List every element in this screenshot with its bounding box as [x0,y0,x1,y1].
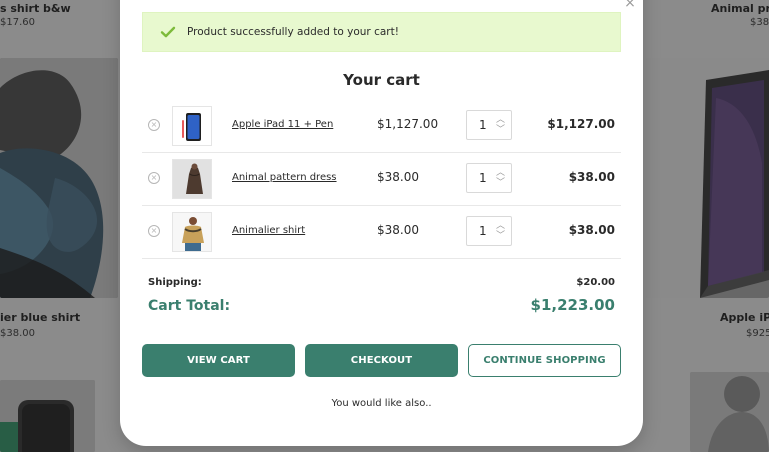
success-alert: Product successfully added to your cart! [142,12,621,52]
bg-item-title-4: Apple iPad [720,311,769,324]
cart-modal: × Product successfully added to your car… [120,0,643,446]
cart-title: Your cart [343,71,420,89]
bg-model-illustration [0,58,118,298]
cart-total-value: $1,223.00 [530,296,615,314]
line-subtotal: $38.00 [568,170,615,184]
cart-item-row: × Apple iPad 11 + Pen $1,127.00 1 ︿ ﹀ $1… [142,100,621,153]
bg-ipad-illustration [646,58,769,298]
bg-item-price-2: $38.00 [0,328,35,339]
cart-total-label: Cart Total: [148,298,231,314]
bg-product-image-right [646,58,769,298]
ipad-thumbnail-art [173,107,211,145]
bg-phone-illustration [0,380,95,452]
chevron-up-icon[interactable]: ︿ [496,168,505,178]
quantity-stepper[interactable]: 1 ︿ ﹀ [466,110,512,140]
dress-thumbnail-art [173,160,211,198]
close-icon[interactable]: × [623,0,637,10]
bg-item-title-2: ier blue shirt [0,311,81,324]
unit-price: $38.00 [377,223,419,237]
success-alert-text: Product successfully added to your cart! [187,26,399,38]
shipping-row: Shipping: $20.00 [142,277,621,293]
quantity-spinner: ︿ ﹀ [496,168,505,188]
check-icon [160,26,176,38]
quantity-value: 1 [479,224,487,238]
remove-icon[interactable]: × [148,172,160,184]
bg-item-price-1: $17.60 [0,17,35,28]
quantity-spinner: ︿ ﹀ [496,115,505,135]
shipping-label: Shipping: [148,277,202,288]
chevron-up-icon[interactable]: ︿ [496,115,505,125]
product-thumbnail-dress[interactable] [172,159,212,199]
quantity-value: 1 [479,118,487,132]
bg-item-title-3: Animal print [711,2,769,15]
shipping-value: $20.00 [576,277,615,288]
product-thumbnail-ipad[interactable] [172,106,212,146]
continue-shopping-button[interactable]: CONTINUE SHOPPING [468,344,621,377]
line-subtotal: $38.00 [568,223,615,237]
cart-item-row: × Animalier shirt $38.00 1 ︿ ﹀ $38.00 [142,206,621,259]
checkout-button[interactable]: CHECKOUT [305,344,458,377]
unit-price: $38.00 [377,170,419,184]
cart-items-table: × Apple iPad 11 + Pen $1,127.00 1 ︿ ﹀ $1… [142,100,621,259]
quantity-stepper[interactable]: 1 ︿ ﹀ [466,216,512,246]
bg-item-price-4: $925. [746,328,769,339]
chevron-down-icon[interactable]: ﹀ [496,125,505,135]
bg-item-title-1: s shirt b&w [0,2,71,15]
quantity-value: 1 [479,171,487,185]
product-name-link[interactable]: Apple iPad 11 + Pen [232,119,333,130]
total-row: Cart Total: $1,223.00 [142,296,621,320]
page: s shirt b&w $17.60 ier blue shirt $38.00… [0,0,769,452]
bg-phone-image [0,380,95,452]
bg-person-illustration [690,372,769,452]
quantity-stepper[interactable]: 1 ︿ ﹀ [466,163,512,193]
bg-product-image-left [0,58,118,298]
chevron-down-icon[interactable]: ﹀ [496,231,505,241]
product-thumbnail-shirt[interactable] [172,212,212,252]
cart-item-row: × Animal pattern dress $38.00 1 ︿ ﹀ $38.… [142,153,621,206]
bg-person-image [690,372,769,452]
recommendations-title: You would like also.. [331,398,432,409]
remove-icon[interactable]: × [148,119,160,131]
remove-icon[interactable]: × [148,225,160,237]
product-name-link[interactable]: Animalier shirt [232,225,305,236]
view-cart-button[interactable]: VIEW CART [142,344,295,377]
chevron-down-icon[interactable]: ﹀ [496,178,505,188]
shirt-thumbnail-art [173,213,211,251]
chevron-up-icon[interactable]: ︿ [496,221,505,231]
quantity-spinner: ︿ ﹀ [496,221,505,241]
bg-item-price-3: $38.0 [750,17,769,28]
line-subtotal: $1,127.00 [547,117,615,131]
product-name-link[interactable]: Animal pattern dress [232,172,337,183]
unit-price: $1,127.00 [377,117,439,131]
